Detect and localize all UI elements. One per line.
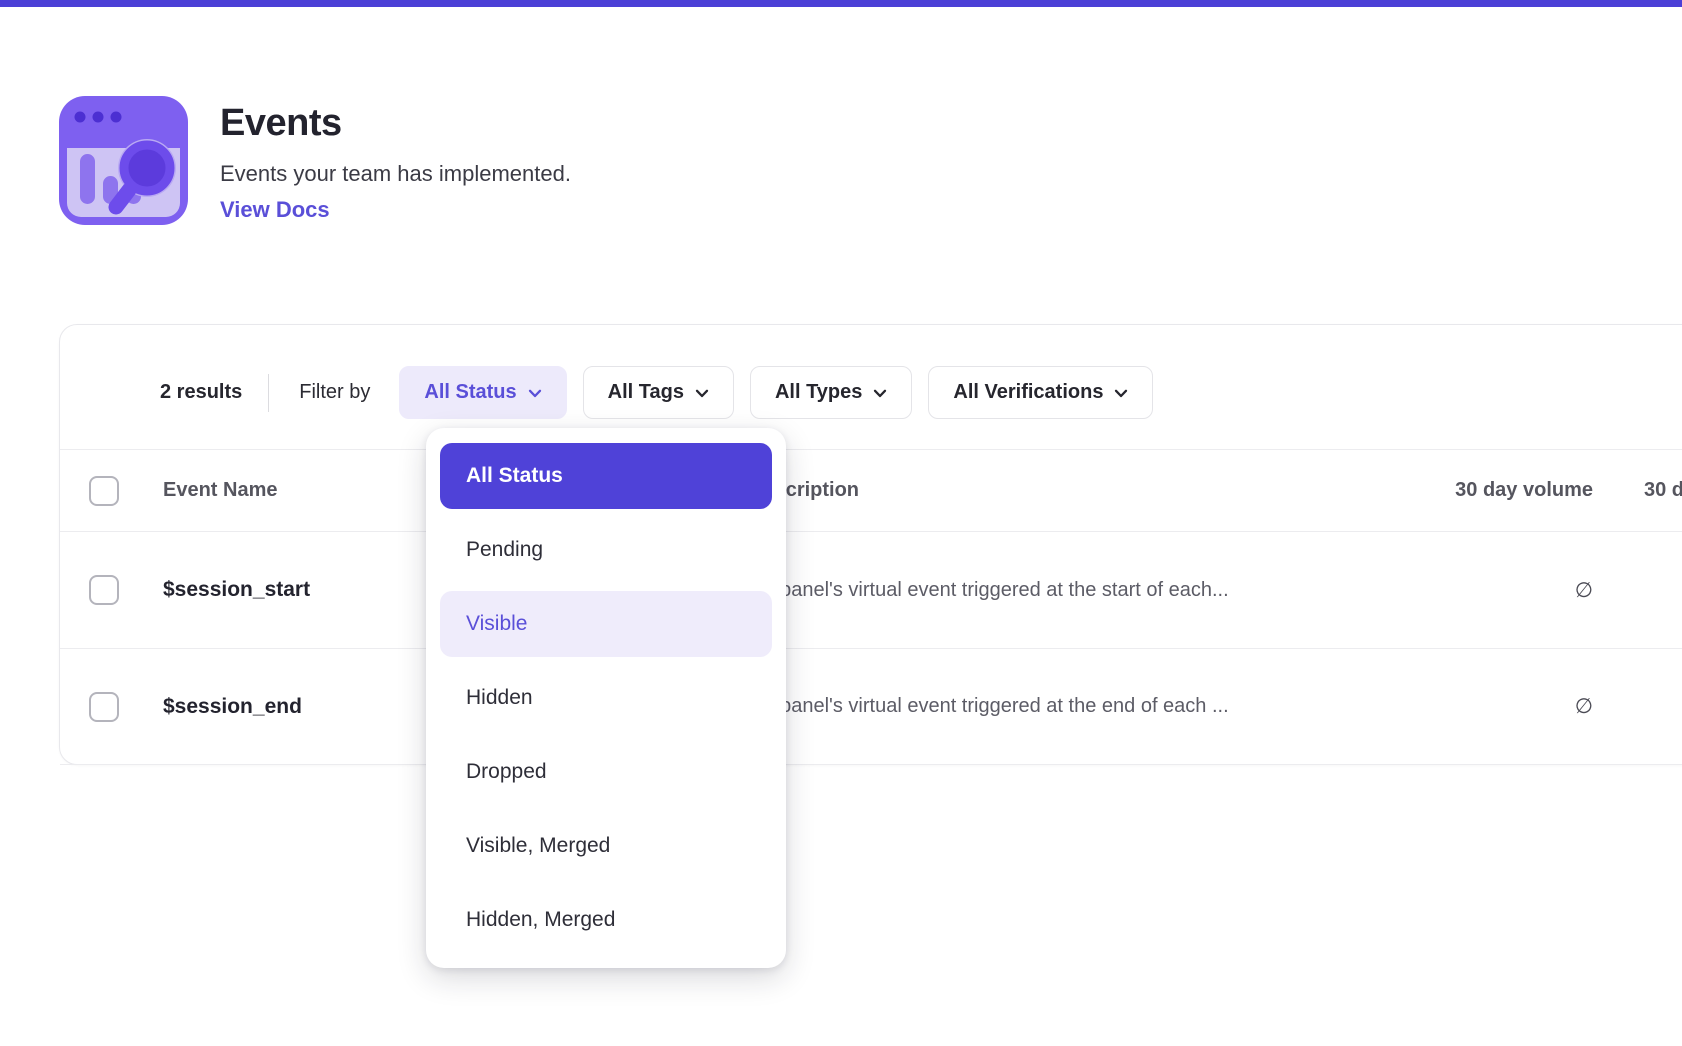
table-row[interactable]: $session_end Mixpanel's virtual event tr… [60, 649, 1682, 765]
select-all-checkbox[interactable] [89, 476, 119, 506]
dropdown-option-visible[interactable]: Visible [440, 591, 772, 657]
dropdown-option-visible-merged[interactable]: Visible, Merged [440, 813, 772, 879]
page-title: Events [220, 102, 571, 145]
filter-status-button[interactable]: All Status [399, 366, 566, 419]
dropdown-option-dropped[interactable]: Dropped [440, 739, 772, 805]
table-row[interactable]: $session_start Mixpanel's virtual event … [60, 532, 1682, 649]
column-header-30-day-clipped[interactable]: 30 d [1593, 479, 1682, 502]
dropdown-option-hidden-merged[interactable]: Hidden, Merged [440, 887, 772, 953]
status-dropdown-menu: All Status Pending Visible Hidden Droppe… [426, 428, 786, 968]
row-checkbox[interactable] [89, 692, 119, 722]
results-count: 2 results [160, 381, 242, 404]
filter-tags-button[interactable]: All Tags [583, 366, 734, 419]
filter-types-button[interactable]: All Types [750, 366, 912, 419]
row-checkbox[interactable] [89, 575, 119, 605]
view-docs-link[interactable]: View Docs [220, 197, 330, 223]
chevron-down-icon [1114, 389, 1128, 398]
filter-verifications-label: All Verifications [953, 381, 1103, 404]
filter-tags-label: All Tags [608, 381, 684, 404]
dropdown-option-pending[interactable]: Pending [440, 517, 772, 583]
events-page-icon [59, 96, 188, 225]
column-header-30-day-volume[interactable]: 30 day volume [1360, 479, 1593, 502]
events-card: 2 results Filter by All Status All Tags … [59, 324, 1682, 765]
filter-status-label: All Status [424, 381, 516, 404]
page-header: Events Events your team has implemented.… [59, 96, 571, 225]
event-volume-cell: ∅ [1360, 578, 1593, 603]
table-header-row: Event Name Description 30 day volume 30 … [60, 449, 1682, 532]
column-header-description[interactable]: Description [749, 479, 1360, 502]
chevron-down-icon [528, 389, 542, 398]
chevron-down-icon [695, 389, 709, 398]
dropdown-option-hidden[interactable]: Hidden [440, 665, 772, 731]
event-volume-cell: ∅ [1360, 694, 1593, 719]
filter-toolbar: 2 results Filter by All Status All Tags … [160, 366, 1169, 419]
top-accent-bar [0, 0, 1682, 7]
chevron-down-icon [873, 389, 887, 398]
page-subtitle: Events your team has implemented. [220, 161, 571, 187]
event-description-cell: Mixpanel's virtual event triggered at th… [749, 579, 1360, 602]
filter-verifications-button[interactable]: All Verifications [928, 366, 1153, 419]
filter-types-label: All Types [775, 381, 862, 404]
filter-by-label: Filter by [299, 381, 370, 404]
toolbar-divider [268, 374, 269, 412]
event-description-cell: Mixpanel's virtual event triggered at th… [749, 695, 1360, 718]
dropdown-option-all-status[interactable]: All Status [440, 443, 772, 509]
